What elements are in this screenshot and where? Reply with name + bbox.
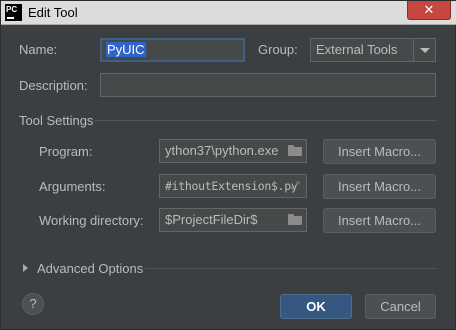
- pycharm-app-icon: PC: [5, 4, 22, 21]
- folder-icon[interactable]: [288, 144, 302, 158]
- ok-button[interactable]: OK: [280, 294, 352, 319]
- program-label: Program:: [39, 144, 93, 159]
- help-button[interactable]: ?: [22, 293, 44, 315]
- program-input-value: ython37\python.exe: [165, 143, 279, 158]
- group-select[interactable]: External Tools: [310, 38, 436, 62]
- app-icon-text: PC: [6, 5, 18, 14]
- help-icon: ?: [29, 296, 37, 311]
- edit-tool-dialog: PC Edit Tool ✕ Name: PyUIC Group: Extern…: [0, 0, 456, 330]
- name-input[interactable]: PyUIC: [100, 38, 245, 62]
- expand-icon[interactable]: ⤢: [288, 179, 302, 193]
- name-label: Name:: [19, 42, 58, 57]
- working-directory-insert-macro-button[interactable]: Insert Macro...: [323, 208, 436, 233]
- working-directory-input[interactable]: $ProjectFileDir$: [159, 208, 307, 232]
- name-input-value: PyUIC: [106, 42, 146, 57]
- group-label: Group:: [258, 42, 298, 57]
- arguments-label: Arguments:: [39, 179, 106, 194]
- arguments-input-value: #ithoutExtension$.py: [165, 179, 298, 193]
- advanced-options-label: Advanced Options: [37, 261, 144, 276]
- chevron-right-icon: [23, 264, 28, 272]
- close-button[interactable]: ✕: [407, 1, 451, 20]
- working-directory-input-value: $ProjectFileDir$: [165, 212, 258, 227]
- tool-settings-divider: [95, 120, 437, 121]
- tool-settings-heading: Tool Settings: [19, 113, 94, 128]
- description-label: Description:: [19, 78, 88, 93]
- chevron-down-icon[interactable]: [413, 39, 435, 61]
- window-title: Edit Tool: [28, 5, 78, 20]
- advanced-options-toggle[interactable]: Advanced Options: [23, 261, 143, 276]
- arguments-insert-macro-button[interactable]: Insert Macro...: [323, 174, 436, 199]
- program-insert-macro-button[interactable]: Insert Macro...: [323, 139, 436, 164]
- description-input[interactable]: [100, 73, 436, 97]
- close-icon: ✕: [423, 2, 435, 17]
- folder-icon[interactable]: [288, 213, 302, 227]
- advanced-options-divider: [145, 268, 437, 269]
- cancel-button[interactable]: Cancel: [365, 294, 436, 319]
- group-select-value: External Tools: [316, 42, 398, 57]
- title-bar[interactable]: PC Edit Tool ✕: [1, 1, 456, 25]
- working-directory-label: Working directory:: [39, 213, 144, 228]
- arguments-input[interactable]: #ithoutExtension$.py ⤢: [159, 174, 307, 198]
- program-input[interactable]: ython37\python.exe: [159, 139, 307, 163]
